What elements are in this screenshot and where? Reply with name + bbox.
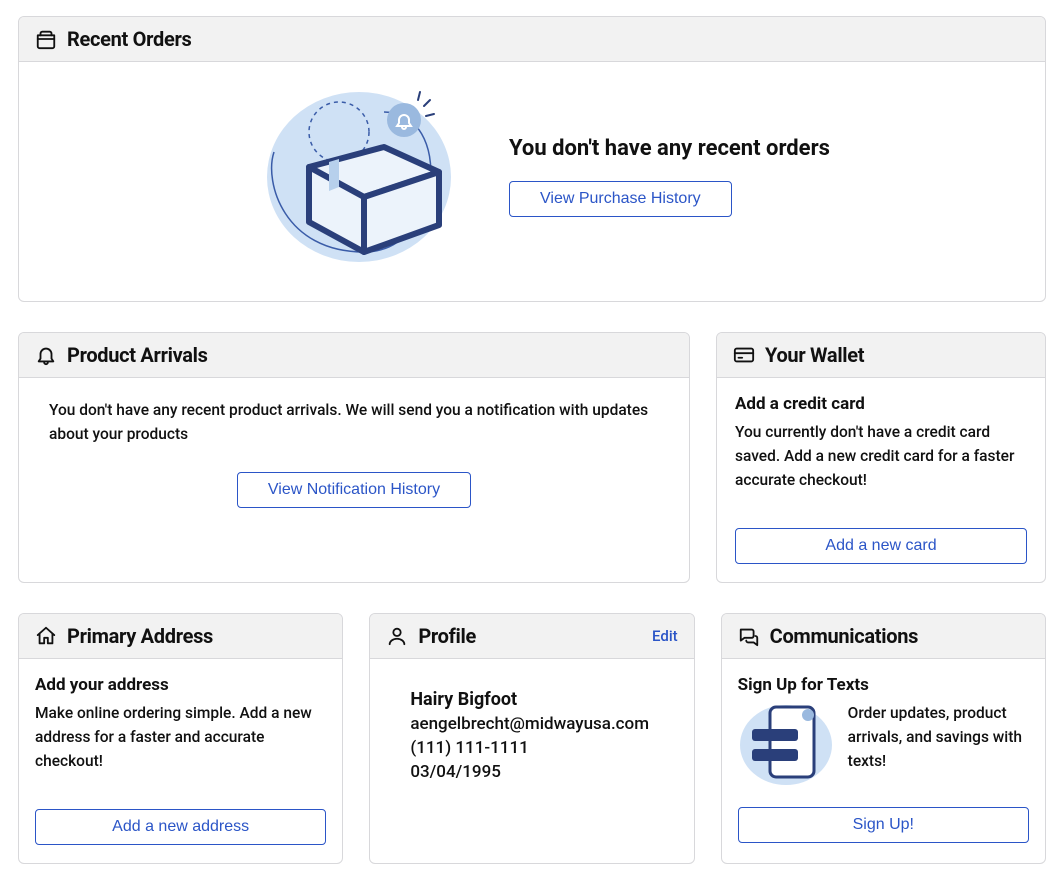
wallet-title: Your Wallet [765,343,864,367]
add-address-button[interactable]: Add a new address [35,809,326,845]
package-icon [35,28,57,50]
wallet-body: You currently don't have a credit card s… [735,420,1027,492]
recent-orders-header: Recent Orders [19,17,1045,62]
wallet-content: Add a credit card You currently don't ha… [717,378,1045,582]
empty-orders-illustration [254,82,469,271]
communications-card: Communications Sign Up for Texts Order u… [721,613,1046,864]
product-arrivals-content: You don't have any recent product arriva… [19,378,689,558]
profile-email: aengelbrecht@midwayusa.com [410,714,653,734]
recent-orders-content: You don't have any recent orders View Pu… [19,62,1045,301]
phone-text-illustration [738,701,834,791]
primary-address-card: Primary Address Add your address Make on… [18,613,343,864]
wallet-header: Your Wallet [717,333,1045,378]
view-purchase-history-button[interactable]: View Purchase History [509,181,732,217]
profile-dob: 03/04/1995 [410,762,653,782]
primary-address-title: Primary Address [67,624,213,648]
comms-body: Order updates, product arrivals, and sav… [848,701,1029,773]
comms-subtitle: Sign Up for Texts [738,675,1029,695]
address-body: Make online ordering simple. Add a new a… [35,701,326,773]
recent-orders-card: Recent Orders [18,16,1046,302]
communications-title: Communications [770,624,919,648]
edit-profile-link[interactable]: Edit [652,627,678,645]
profile-content: Hairy Bigfoot aengelbrecht@midwayusa.com… [370,659,693,812]
person-icon [386,625,408,647]
profile-title: Profile [418,624,476,648]
profile-name: Hairy Bigfoot [410,689,653,710]
profile-phone: (111) 111-1111 [410,738,653,758]
product-arrivals-card: Product Arrivals You don't have any rece… [18,332,690,583]
primary-address-header: Primary Address [19,614,342,659]
communications-content: Sign Up for Texts Order updates, product… [722,659,1045,861]
add-card-button[interactable]: Add a new card [735,528,1027,564]
no-arrivals-text: You don't have any recent product arriva… [49,398,659,446]
address-subtitle: Add your address [35,675,326,695]
signup-texts-button[interactable]: Sign Up! [738,807,1029,843]
no-orders-headline: You don't have any recent orders [509,136,1005,161]
profile-card: Profile Edit Hairy Bigfoot aengelbrecht@… [369,613,694,864]
wallet-subtitle: Add a credit card [735,394,1027,414]
chat-icon [738,625,760,647]
product-arrivals-title: Product Arrivals [67,343,208,367]
bell-icon [35,344,57,366]
communications-header: Communications [722,614,1045,659]
recent-orders-title: Recent Orders [67,27,191,51]
view-notification-history-button[interactable]: View Notification History [237,472,471,508]
credit-card-icon [733,344,755,366]
wallet-card: Your Wallet Add a credit card You curren… [716,332,1046,583]
product-arrivals-header: Product Arrivals [19,333,689,378]
recent-orders-right: You don't have any recent orders View Pu… [509,136,1005,217]
profile-header: Profile Edit [370,614,693,659]
primary-address-content: Add your address Make online ordering si… [19,659,342,863]
home-icon [35,625,57,647]
